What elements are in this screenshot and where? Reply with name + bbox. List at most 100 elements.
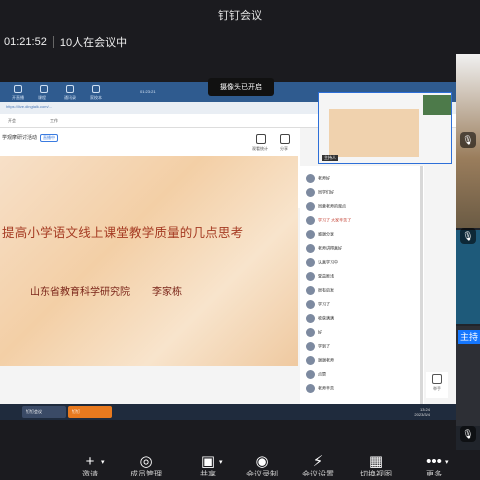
chat-scrollbar[interactable] bbox=[420, 166, 423, 404]
chat-message-text: 谢谢老师 bbox=[318, 357, 334, 363]
shared-tab-1: 课程 bbox=[38, 95, 46, 100]
preview-slide bbox=[329, 109, 419, 157]
share-screen-button[interactable]: ▣ 共享 ▾ bbox=[188, 454, 228, 480]
bookmark-item: 工作 bbox=[50, 118, 58, 123]
shared-taskbar: 钉钉会议 钉钉 13:24 2023/3/4 bbox=[0, 404, 456, 420]
avatar bbox=[306, 300, 315, 309]
more-button[interactable]: ••• 更多 ▾ bbox=[414, 454, 454, 480]
chat-message-text: 收获满满 bbox=[318, 315, 334, 321]
mic-off-icon: 🎙 bbox=[460, 228, 476, 244]
bookmark-item: 开会 bbox=[8, 118, 16, 123]
chevron-down-icon[interactable]: ▾ bbox=[219, 458, 223, 466]
chat-message: 老师好 bbox=[306, 174, 330, 183]
toolbar-label: 会议录制 bbox=[246, 470, 278, 476]
shared-tab-2: 通讯录 bbox=[64, 95, 76, 100]
window-title: 钉钉会议 bbox=[218, 10, 262, 22]
slide-org: 山东省教育科学研究院 bbox=[30, 287, 130, 298]
chat-message: 学习了 bbox=[306, 300, 330, 309]
self-preview-window[interactable]: 主持人 bbox=[318, 92, 452, 164]
presentation-slide bbox=[0, 156, 298, 366]
meeting-timer: 01:21:52 bbox=[4, 36, 47, 48]
slide-title: 提高小学语文线上课堂教学质量的几点思考 bbox=[2, 225, 244, 240]
window-title-bar: 钉钉会议 bbox=[0, 0, 480, 30]
chat-message: 老师辛苦 bbox=[306, 384, 334, 393]
chat-message-text: 老师讲得真好 bbox=[318, 245, 342, 251]
share-label: 分享 bbox=[280, 146, 288, 151]
avatar bbox=[306, 188, 315, 197]
chevron-down-icon[interactable]: ▾ bbox=[101, 458, 105, 466]
chat-message: 谢谢老师 bbox=[306, 356, 334, 365]
avatar bbox=[306, 272, 315, 281]
toolbar-label: 更多 bbox=[426, 470, 442, 476]
members-button[interactable]: ◎ 成员管理 bbox=[126, 454, 166, 480]
share-icon bbox=[280, 134, 290, 144]
grid-view-button[interactable]: ▦ 切换视图 bbox=[356, 454, 396, 480]
raise-hand-button[interactable]: 举手 bbox=[426, 372, 448, 398]
participant-video-column bbox=[456, 54, 480, 450]
members-icon: ◎ bbox=[139, 453, 153, 470]
avatar bbox=[306, 356, 315, 365]
preview-name: 主持人 bbox=[322, 155, 338, 161]
avatar bbox=[306, 230, 315, 239]
avatar bbox=[306, 244, 315, 253]
avatar bbox=[306, 314, 315, 323]
mic-icon: 🎙 bbox=[460, 132, 476, 148]
chat-message-text: 同学们好 bbox=[318, 189, 334, 195]
chat-message: 感谢分享 bbox=[306, 230, 334, 239]
chat-message: 认真学习中 bbox=[306, 258, 338, 267]
taskbar-clock: 13:24 2023/3/4 bbox=[414, 407, 430, 417]
toolbar-label: 共享 bbox=[200, 470, 216, 476]
grid-view-icon: ▦ bbox=[368, 453, 384, 470]
tab-icon bbox=[40, 85, 48, 93]
avatar bbox=[306, 216, 315, 225]
avatar bbox=[306, 202, 315, 211]
live-title: 学观摩研讨活动 bbox=[2, 135, 38, 141]
chat-message-text: 同意老师的观点 bbox=[318, 203, 346, 209]
shared-clock: 01:23:21 bbox=[140, 89, 156, 94]
hand-icon bbox=[432, 374, 442, 384]
chevron-down-icon[interactable]: ▾ bbox=[445, 458, 449, 466]
chat-message-text: 学习了 大家辛苦了 bbox=[318, 217, 352, 223]
chat-message-text: 老师好 bbox=[318, 175, 330, 181]
video-tile[interactable] bbox=[456, 230, 480, 324]
chat-message: 点赞 bbox=[306, 370, 326, 379]
toolbar-label: 成员管理 bbox=[130, 470, 162, 476]
settings-button[interactable]: ⚡ 会议设置 bbox=[298, 454, 338, 480]
taskbar-date: 2023/3/4 bbox=[414, 412, 430, 417]
chat-message: 同学们好 bbox=[306, 188, 334, 197]
meeting-toolbar: + 邀请 ▾ ◎ 成员管理 ▣ 共享 ▾ ◉ 会议录制 ⚡ 会议设置 ▦ 切换视图 ••• 更多 ▾ bbox=[0, 450, 480, 480]
person-add-button[interactable]: + 邀请 ▾ bbox=[70, 454, 110, 480]
chat-message: 收获满满 bbox=[306, 314, 334, 323]
avatar bbox=[306, 174, 315, 183]
tab-icon bbox=[92, 85, 100, 93]
settings-icon: ⚡ bbox=[312, 453, 324, 470]
chat-message-text: 很有启发 bbox=[318, 287, 334, 293]
avatar bbox=[306, 258, 315, 267]
tab-icon bbox=[66, 85, 74, 93]
host-badge: 主持 bbox=[458, 330, 480, 344]
chat-message-text: 学习了 bbox=[318, 301, 330, 307]
chat-message: 老师讲得真好 bbox=[306, 244, 342, 253]
participant-count[interactable]: 10人在会议中 bbox=[60, 34, 127, 50]
avatar bbox=[306, 342, 315, 351]
toolbar-label: 邀请 bbox=[82, 470, 98, 476]
record-button[interactable]: ◉ 会议录制 bbox=[242, 454, 282, 480]
meeting-status-bar: 01:21:52 10人在会议中 bbox=[0, 30, 480, 54]
avatar bbox=[306, 370, 315, 379]
avatar bbox=[306, 328, 315, 337]
toolbar-label: 会议设置 bbox=[302, 470, 334, 476]
tab-icon bbox=[14, 85, 22, 93]
taskbar-item: 钉钉 bbox=[68, 406, 112, 418]
chat-message-text: 老师辛苦 bbox=[318, 385, 334, 391]
chat-message-text: 感谢分享 bbox=[318, 231, 334, 237]
raise-hand-label: 举手 bbox=[433, 386, 441, 391]
chat-message: 学习了 大家辛苦了 bbox=[306, 216, 351, 225]
shared-tab-3: 家校本 bbox=[90, 95, 102, 100]
chat-message: 好 bbox=[306, 328, 322, 337]
slide-author: 李家栋 bbox=[152, 287, 182, 298]
record-icon: ◉ bbox=[255, 453, 269, 470]
chat-message: 很有启发 bbox=[306, 286, 334, 295]
chat-message: 受益匪浅 bbox=[306, 272, 334, 281]
live-chat-panel: 老师好同学们好同意老师的观点 学习了 大家辛苦了 感谢分享老师讲得真好认真学习中受益… bbox=[300, 166, 424, 404]
chat-message-text: 受益匪浅 bbox=[318, 273, 334, 279]
